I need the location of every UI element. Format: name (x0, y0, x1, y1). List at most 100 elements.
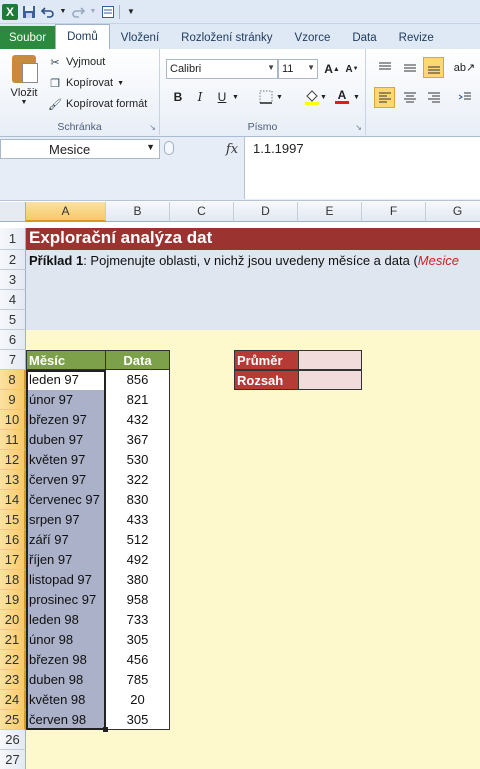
title-row[interactable]: Explorační analýza dat (26, 228, 480, 250)
data-cell[interactable]: 492 (106, 550, 170, 570)
data-cell[interactable]: 830 (106, 490, 170, 510)
cut-button[interactable]: ✂ Vyjmout (48, 53, 105, 71)
tab-data[interactable]: Data (341, 27, 387, 49)
month-cell[interactable]: září 97 (26, 530, 106, 550)
indent-button[interactable] (454, 87, 475, 108)
data-cell[interactable]: 856 (106, 370, 170, 390)
month-cell[interactable]: leden 98 (26, 610, 106, 630)
tab-page-layout[interactable]: Rozložení stránky (170, 27, 283, 49)
align-center-button[interactable] (399, 87, 420, 108)
form-icon[interactable] (100, 4, 116, 20)
align-bottom-button[interactable] (423, 57, 444, 78)
month-cell[interactable]: leden 97 (26, 370, 106, 390)
row-header[interactable]: 3 (0, 270, 26, 290)
row-header[interactable]: 10 (0, 410, 26, 430)
month-cell[interactable]: červenec 97 (26, 490, 106, 510)
fill-color-button[interactable] (302, 87, 322, 107)
tab-insert[interactable]: Vložení (110, 27, 170, 49)
insert-function-button[interactable]: fx (222, 139, 242, 159)
row-header[interactable]: 9 (0, 390, 26, 410)
underline-button[interactable]: U (212, 87, 232, 107)
tab-formulas[interactable]: Vzorce (284, 27, 342, 49)
name-box-dropdown-icon[interactable]: ▼ (146, 142, 155, 152)
excel-app-icon[interactable]: X (2, 3, 18, 20)
column-header-g[interactable]: G (426, 202, 480, 222)
data-cell[interactable]: 958 (106, 590, 170, 610)
name-box[interactable]: Mesice ▼ (0, 139, 160, 159)
column-header-f[interactable]: F (362, 202, 426, 222)
format-painter-button[interactable]: 🖌 Kopírovat formát (48, 95, 147, 113)
row-header[interactable]: 5 (0, 310, 26, 330)
tab-file[interactable]: Soubor (0, 26, 56, 49)
row-header[interactable]: 2 (0, 250, 26, 270)
paste-button[interactable]: Vložit ▼ (6, 53, 42, 109)
row-header[interactable]: 21 (0, 630, 26, 650)
data-cell[interactable]: 367 (106, 430, 170, 450)
row-header[interactable]: 20 (0, 610, 26, 630)
font-size-select[interactable]: 11 ▼ (278, 59, 318, 79)
underline-dropdown-icon[interactable]: ▼ (232, 94, 239, 101)
row-header[interactable]: 11 (0, 430, 26, 450)
month-cell[interactable]: březen 98 (26, 650, 106, 670)
description-text[interactable]: Příklad 1: Pojmenujte oblasti, v nichž j… (29, 251, 459, 271)
data-cell[interactable]: 433 (106, 510, 170, 530)
stat-label-cell[interactable]: Průměr (234, 350, 299, 370)
month-cell[interactable]: červen 97 (26, 470, 106, 490)
fill-color-dropdown-icon[interactable]: ▼ (320, 94, 327, 101)
row-header[interactable]: 4 (0, 290, 26, 310)
stat-value-cell[interactable] (298, 370, 362, 390)
orientation-button[interactable]: ab↗ (454, 57, 475, 78)
column-header-a[interactable]: A (26, 202, 106, 222)
stat-value-cell[interactable] (298, 350, 362, 370)
row-header[interactable]: 15 (0, 510, 26, 530)
month-cell[interactable]: červen 98 (26, 710, 106, 730)
column-header-d[interactable]: D (234, 202, 298, 222)
tab-home[interactable]: Domů (55, 24, 110, 49)
bold-button[interactable]: B (168, 87, 188, 107)
data-cell[interactable]: 530 (106, 450, 170, 470)
row-header[interactable]: 26 (0, 730, 26, 750)
italic-button[interactable]: I (190, 87, 210, 107)
row-header[interactable]: 12 (0, 450, 26, 470)
align-right-button[interactable] (423, 87, 444, 108)
month-cell[interactable]: listopad 97 (26, 570, 106, 590)
column-header-b[interactable]: B (106, 202, 170, 222)
data-cell[interactable]: 305 (106, 710, 170, 730)
month-cell[interactable]: únor 98 (26, 630, 106, 650)
formula-input[interactable]: 1.1.1997 (244, 137, 480, 199)
formula-bar-splitter[interactable] (164, 141, 174, 155)
select-all-corner[interactable] (0, 202, 26, 222)
tab-review[interactable]: Revize (388, 27, 445, 49)
data-cell[interactable]: 380 (106, 570, 170, 590)
month-cell[interactable]: duben 97 (26, 430, 106, 450)
data-cell[interactable]: 432 (106, 410, 170, 430)
worksheet-grid[interactable]: A B C D E F G Explorační analýza dat Pří… (0, 202, 480, 769)
row-header[interactable]: 27 (0, 750, 26, 769)
align-top-button[interactable] (374, 57, 395, 78)
row-header[interactable]: 17 (0, 550, 26, 570)
data-cell[interactable]: 821 (106, 390, 170, 410)
row-header[interactable]: 14 (0, 490, 26, 510)
data-cell[interactable]: 733 (106, 610, 170, 630)
column-header-c[interactable]: C (170, 202, 234, 222)
align-left-button[interactable] (374, 87, 395, 108)
row-header[interactable]: 18 (0, 570, 26, 590)
font-color-dropdown-icon[interactable]: ▼ (353, 94, 360, 101)
row-header[interactable]: 8 (0, 370, 26, 390)
row-header[interactable]: 13 (0, 470, 26, 490)
data-cell[interactable]: 305 (106, 630, 170, 650)
month-cell[interactable]: duben 98 (26, 670, 106, 690)
row-header[interactable]: 23 (0, 670, 26, 690)
row-header[interactable]: 25 (0, 710, 26, 730)
font-color-button[interactable]: A (332, 87, 352, 107)
undo-dropdown-icon[interactable]: ▼ (59, 4, 67, 20)
month-cell[interactable]: prosinec 97 (26, 590, 106, 610)
month-cell[interactable]: únor 97 (26, 390, 106, 410)
stat-label-cell[interactable]: Rozsah (234, 370, 299, 390)
column-header-e[interactable]: E (298, 202, 362, 222)
undo-icon[interactable] (40, 4, 56, 20)
borders-dropdown-icon[interactable]: ▼ (276, 94, 283, 101)
data-cell[interactable]: 512 (106, 530, 170, 550)
month-header-cell[interactable]: Měsíc (26, 350, 106, 370)
copy-button[interactable]: ❐ Kopírovat ▼ (48, 74, 124, 92)
